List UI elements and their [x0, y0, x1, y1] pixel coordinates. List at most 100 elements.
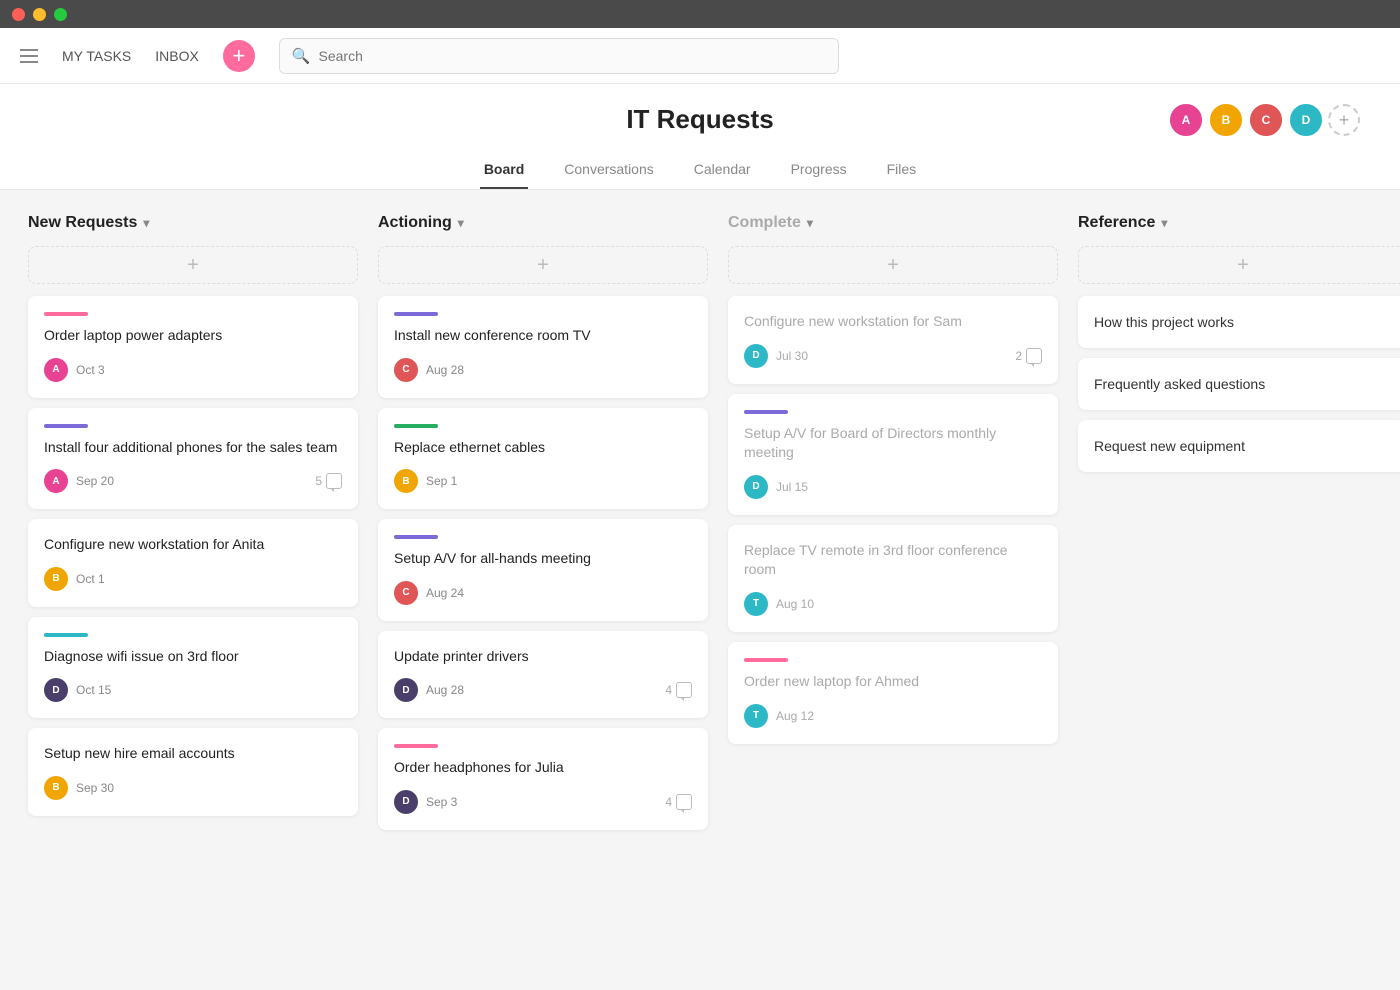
- card-order-laptop-adapters[interactable]: Order laptop power adapters A Oct 3: [28, 296, 358, 398]
- card-footer: B Oct 1: [44, 567, 342, 591]
- comment-icon: [326, 473, 342, 489]
- card-date: Oct 15: [76, 683, 111, 697]
- ref-how-project-works[interactable]: How this project works: [1078, 296, 1400, 348]
- ref-request-equipment[interactable]: Request new equipment: [1078, 420, 1400, 472]
- column-title-new-requests: New Requests ▾: [28, 214, 149, 232]
- avatar: B: [44, 776, 68, 800]
- add-button[interactable]: +: [223, 40, 255, 72]
- card-meta: D Aug 28: [394, 678, 464, 702]
- column-header-new-requests: New Requests ▾: [28, 214, 358, 232]
- card-accent: [394, 424, 438, 428]
- card-email-accounts[interactable]: Setup new hire email accounts B Sep 30: [28, 728, 358, 816]
- avatar: A: [1168, 102, 1204, 138]
- fullscreen-button[interactable]: [54, 8, 67, 21]
- column-title-complete: Complete ▾: [728, 214, 813, 232]
- project-header: A B C D + IT Requests Board Conversation…: [0, 84, 1400, 190]
- card-footer: C Aug 24: [394, 581, 692, 605]
- column-title-reference: Reference ▾: [1078, 214, 1167, 232]
- card-printer-drivers[interactable]: Update printer drivers D Aug 28 4: [378, 631, 708, 719]
- tab-progress[interactable]: Progress: [787, 151, 851, 189]
- card-title: Configure new workstation for Anita: [44, 535, 342, 555]
- chevron-down-icon: ▾: [143, 216, 149, 230]
- avatar: D: [1288, 102, 1324, 138]
- card-accent: [44, 424, 88, 428]
- card-meta: D Sep 3: [394, 790, 457, 814]
- card-meta: D Oct 15: [44, 678, 111, 702]
- tab-conversations[interactable]: Conversations: [560, 151, 658, 189]
- card-date: Jul 30: [776, 349, 808, 363]
- comment-count: 4: [665, 682, 692, 698]
- column-new-requests: New Requests ▾ + Order laptop power adap…: [28, 214, 358, 966]
- search-bar: 🔍: [279, 38, 839, 74]
- card-meta: D Jul 30: [744, 344, 808, 368]
- card-footer: C Aug 28: [394, 358, 692, 382]
- add-member-button[interactable]: +: [1328, 104, 1360, 136]
- hamburger-menu[interactable]: [20, 49, 38, 63]
- avatar: B: [1208, 102, 1244, 138]
- card-wifi-issue[interactable]: Diagnose wifi issue on 3rd floor D Oct 1…: [28, 617, 358, 719]
- card-title: Order new laptop for Ahmed: [744, 672, 1042, 692]
- card-meta: B Sep 1: [394, 469, 457, 493]
- card-footer: T Aug 10: [744, 592, 1042, 616]
- card-meta: D Jul 15: [744, 475, 808, 499]
- tab-files[interactable]: Files: [883, 151, 921, 189]
- card-headphones-julia[interactable]: Order headphones for Julia D Sep 3 4: [378, 728, 708, 830]
- column-header-reference: Reference ▾: [1078, 214, 1400, 232]
- card-footer: B Sep 1: [394, 469, 692, 493]
- column-header-actioning: Actioning ▾: [378, 214, 708, 232]
- card-meta: B Oct 1: [44, 567, 105, 591]
- column-header-complete: Complete ▾: [728, 214, 1058, 232]
- card-tv-remote[interactable]: Replace TV remote in 3rd floor conferenc…: [728, 525, 1058, 632]
- card-laptop-ahmed[interactable]: Order new laptop for Ahmed T Aug 12: [728, 642, 1058, 744]
- card-date: Aug 10: [776, 597, 814, 611]
- card-title: Install four additional phones for the s…: [44, 438, 342, 458]
- card-meta: A Oct 3: [44, 358, 105, 382]
- ref-faq[interactable]: Frequently asked questions: [1078, 358, 1400, 410]
- add-card-complete[interactable]: +: [728, 246, 1058, 284]
- comment-icon: [1026, 348, 1042, 364]
- card-configure-anita[interactable]: Configure new workstation for Anita B Oc…: [28, 519, 358, 607]
- title-bar: [0, 0, 1400, 28]
- comment-count: 5: [315, 473, 342, 489]
- card-meta: C Aug 24: [394, 581, 464, 605]
- card-configure-sam[interactable]: Configure new workstation for Sam D Jul …: [728, 296, 1058, 384]
- card-title: Setup A/V for all-hands meeting: [394, 549, 692, 569]
- add-card-reference[interactable]: +: [1078, 246, 1400, 284]
- minimize-button[interactable]: [33, 8, 46, 21]
- column-title-actioning: Actioning ▾: [378, 214, 464, 232]
- inbox-link[interactable]: INBOX: [155, 48, 199, 64]
- tab-board[interactable]: Board: [480, 151, 528, 189]
- card-title: Setup A/V for Board of Directors monthly…: [744, 424, 1042, 463]
- comment-icon: [676, 682, 692, 698]
- add-card-new-requests[interactable]: +: [28, 246, 358, 284]
- member-avatars: A B C D +: [1168, 102, 1360, 138]
- card-accent: [394, 744, 438, 748]
- card-accent: [394, 535, 438, 539]
- card-date: Aug 28: [426, 363, 464, 377]
- card-av-board[interactable]: Setup A/V for Board of Directors monthly…: [728, 394, 1058, 515]
- card-title: Update printer drivers: [394, 647, 692, 667]
- card-av-allhands[interactable]: Setup A/V for all-hands meeting C Aug 24: [378, 519, 708, 621]
- card-meta: C Aug 28: [394, 358, 464, 382]
- card-install-phones[interactable]: Install four additional phones for the s…: [28, 408, 358, 510]
- card-footer: D Aug 28 4: [394, 678, 692, 702]
- comment-count: 2: [1015, 348, 1042, 364]
- column-actioning: Actioning ▾ + Install new conference roo…: [378, 214, 708, 966]
- avatar: C: [394, 358, 418, 382]
- card-conference-tv[interactable]: Install new conference room TV C Aug 28: [378, 296, 708, 398]
- card-date: Aug 12: [776, 709, 814, 723]
- card-date: Oct 1: [76, 572, 105, 586]
- card-accent: [44, 633, 88, 637]
- card-ethernet[interactable]: Replace ethernet cables B Sep 1: [378, 408, 708, 510]
- add-card-actioning[interactable]: +: [378, 246, 708, 284]
- search-input[interactable]: [319, 48, 826, 64]
- card-title: Replace TV remote in 3rd floor conferenc…: [744, 541, 1042, 580]
- card-title: Configure new workstation for Sam: [744, 312, 1042, 332]
- card-title: Install new conference room TV: [394, 326, 692, 346]
- card-footer: D Oct 15: [44, 678, 342, 702]
- avatar: D: [744, 344, 768, 368]
- close-button[interactable]: [12, 8, 25, 21]
- tab-calendar[interactable]: Calendar: [690, 151, 755, 189]
- card-meta: T Aug 10: [744, 592, 814, 616]
- my-tasks-link[interactable]: MY TASKS: [62, 48, 131, 64]
